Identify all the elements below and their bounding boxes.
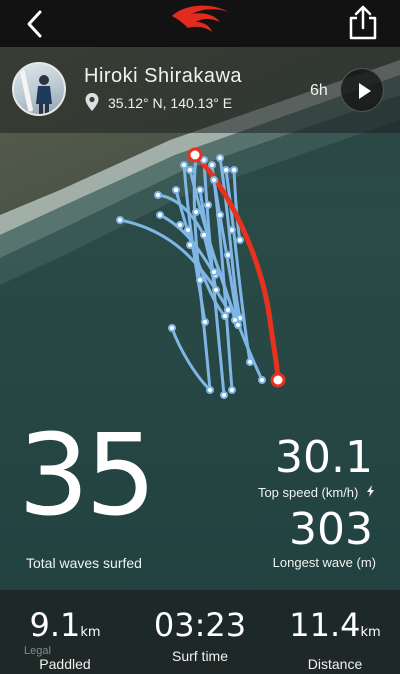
start-point [187, 147, 203, 163]
distance-value: 11.4 [289, 606, 361, 644]
legal-link[interactable]: Legal [24, 645, 51, 657]
end-point [270, 372, 286, 388]
top-bar [0, 0, 400, 47]
surf-time-stat: 03:23 Surf time [145, 608, 255, 664]
distance-stat: 11.4km Distance [285, 608, 385, 672]
distance-label: Distance [307, 656, 363, 672]
location-pin-icon [85, 93, 99, 111]
location-coordinates: 35.12° N, 140.13° E [108, 95, 233, 111]
paddled-stat: 9.1km Paddled [20, 608, 110, 672]
share-icon[interactable] [345, 4, 381, 42]
avatar[interactable] [12, 62, 66, 116]
top-speed-label: Top speed (km/h) [257, 485, 359, 500]
ripcurl-logo-icon [172, 5, 228, 33]
paddled-unit: km [80, 625, 101, 640]
lightning-icon [366, 485, 376, 500]
surfer-name: Hiroki Shirakawa [84, 65, 243, 87]
play-icon [359, 83, 371, 99]
total-waves-value: 35 [18, 411, 157, 541]
longest-wave-value: 303 [289, 504, 373, 555]
top-speed-value: 30.1 [275, 432, 373, 483]
total-waves-label: Total waves surfed [26, 555, 142, 571]
paddled-value: 9.1 [29, 606, 81, 644]
play-button[interactable] [340, 68, 384, 112]
surfer-photo [20, 70, 52, 114]
surf-time-value: 03:23 [153, 606, 247, 644]
session-summary-bar: 9.1km Paddled 03:23 Surf time 11.4km Dis… [0, 590, 400, 674]
surf-time-label: Surf time [171, 648, 228, 664]
longest-wave-label: Longest wave (m) [272, 555, 376, 570]
paddled-label: Paddled [39, 656, 91, 672]
profile-strip: Hiroki Shirakawa 35.12° N, 140.13° E 6h [0, 47, 400, 133]
chevron-left-icon[interactable] [18, 7, 52, 41]
top-speed-label-row: Top speed (km/h) [258, 485, 376, 500]
session-duration: 6h [310, 82, 328, 99]
distance-unit: km [360, 625, 381, 640]
